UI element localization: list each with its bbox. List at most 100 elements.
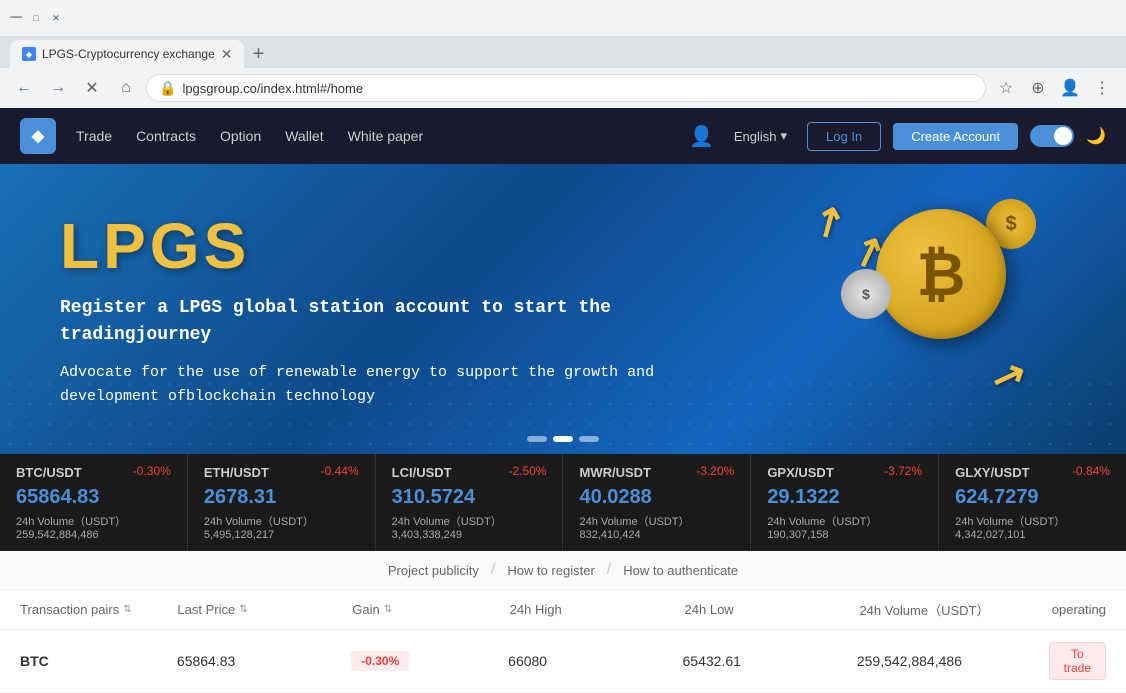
th-gain: Gain ⇅ xyxy=(352,602,509,617)
logo[interactable]: ◆ xyxy=(20,118,56,154)
ticker-price-5: 624.7279 xyxy=(955,486,1110,509)
home-button[interactable]: ⌂ xyxy=(112,74,140,102)
ticker-pair-5: GLXY/USDT xyxy=(955,465,1029,480)
address-actions: ☆ ⊕ 👤 ⋮ xyxy=(992,74,1116,102)
tab-favicon: ◆ xyxy=(22,47,36,61)
gain-badge-btc: -0.30% xyxy=(351,651,409,671)
td-price-btc: 65864.83 xyxy=(177,653,351,669)
subnav-project[interactable]: Project publicity xyxy=(388,563,479,578)
sort-price-icon[interactable]: ⇅ xyxy=(239,604,247,615)
ticker-pair-4: GPX/USDT xyxy=(767,465,833,480)
ticker-pair-0: BTC/USDT xyxy=(16,465,82,480)
extensions-icon[interactable]: ⊕ xyxy=(1024,74,1052,102)
sort-pairs-icon[interactable]: ⇅ xyxy=(123,604,131,615)
refresh-button[interactable]: ✕ xyxy=(78,74,106,102)
close-button[interactable]: ✕ xyxy=(50,12,62,24)
nav-option[interactable]: Option xyxy=(220,128,261,144)
app-content: ◆ Trade Contracts Option Wallet White pa… xyxy=(0,108,1126,693)
forward-button[interactable]: → xyxy=(44,74,72,102)
ticker-volume-1: 24h Volume（USDT） 5,495,128,217 xyxy=(204,513,359,541)
ticker-price-0: 65864.83 xyxy=(16,486,171,509)
th-pairs: Transaction pairs ⇅ xyxy=(20,602,177,617)
ticker-change-5: -0.84% xyxy=(1072,464,1110,478)
nav-contracts[interactable]: Contracts xyxy=(136,128,196,144)
small-coin-2: $ xyxy=(841,269,891,319)
active-tab[interactable]: ◆ LPGS-Cryptocurrency exchange ✕ xyxy=(10,40,244,68)
ticker-item-3[interactable]: MWR/USDT -3.20% 40.0288 24h Volume（USDT）… xyxy=(563,454,751,551)
language-selector[interactable]: English ▾ xyxy=(726,124,795,148)
ticker-item-5[interactable]: GLXY/USDT -0.84% 624.7279 24h Volume（USD… xyxy=(939,454,1126,551)
td-op-btc: To trade xyxy=(1049,642,1106,680)
logo-icon: ◆ xyxy=(32,126,44,146)
slide-dot-1[interactable] xyxy=(527,436,547,442)
tab-close-button[interactable]: ✕ xyxy=(221,46,233,63)
ticker-change-3: -3.20% xyxy=(696,464,734,478)
window-controls: ─ □ ✕ xyxy=(10,12,62,24)
new-tab-button[interactable]: + xyxy=(244,40,272,68)
th-operating: operating xyxy=(1052,602,1106,617)
ticker-item-0[interactable]: BTC/USDT -0.30% 65864.83 24h Volume（USDT… xyxy=(0,454,188,551)
toggle-knob xyxy=(1054,127,1072,145)
hero-banner: LPGS Register a LPGS global station acco… xyxy=(0,164,1126,454)
ticker-price-3: 40.0288 xyxy=(579,486,734,509)
ticker-change-2: -2.50% xyxy=(508,464,546,478)
table-row: BTC 65864.83 -0.30% 66080 65432.61 259,5… xyxy=(0,630,1126,693)
ticker-pair-3: MWR/USDT xyxy=(579,465,651,480)
subnav-sep-1: / xyxy=(491,561,495,579)
ticker-price-4: 29.1322 xyxy=(767,486,922,509)
td-low-btc: 65432.61 xyxy=(683,653,857,669)
ticker-change-1: -0.44% xyxy=(321,464,359,478)
sort-gain-icon[interactable]: ⇅ xyxy=(384,604,392,615)
th-low: 24h Low xyxy=(685,602,860,617)
slide-dot-2[interactable] xyxy=(553,436,573,442)
account-icon[interactable]: 👤 xyxy=(1056,74,1084,102)
ticker-item-4[interactable]: GPX/USDT -3.72% 29.1322 24h Volume（USDT）… xyxy=(751,454,939,551)
nav-links: Trade Contracts Option Wallet White pape… xyxy=(76,128,689,144)
nav-trade[interactable]: Trade xyxy=(76,128,112,144)
hero-title: LPGS xyxy=(60,209,706,283)
subnav-sep-2: / xyxy=(607,561,611,579)
nav-whitepaper[interactable]: White paper xyxy=(348,128,423,144)
ticker-pair-1: ETH/USDT xyxy=(204,465,269,480)
login-button[interactable]: Log In xyxy=(807,122,881,151)
ticker-volume-3: 24h Volume（USDT） 832,410,424 xyxy=(579,513,734,541)
ticker-price-1: 2678.31 xyxy=(204,486,359,509)
url-bar[interactable]: 🔒 lpgsgroup.co/index.html#/home xyxy=(146,74,986,102)
th-volume: 24h Volume（USDT） xyxy=(859,600,1051,619)
ticker-volume-4: 24h Volume（USDT） 190,307,158 xyxy=(767,513,922,541)
hero-subtitle: Register a LPGS global station account t… xyxy=(60,295,706,349)
navbar: ◆ Trade Contracts Option Wallet White pa… xyxy=(0,108,1126,164)
ticker-volume-2: 24h Volume（USDT） 3,403,338,249 xyxy=(392,513,547,541)
ticker-price-2: 310.5724 xyxy=(392,486,547,509)
subnav-authenticate[interactable]: How to authenticate xyxy=(623,563,738,578)
market-table: Transaction pairs ⇅ Last Price ⇅ Gain ⇅ … xyxy=(0,590,1126,693)
bookmark-icon[interactable]: ☆ xyxy=(992,74,1020,102)
title-bar: ─ □ ✕ xyxy=(0,0,1126,36)
ticker-change-0: -0.30% xyxy=(133,464,171,478)
slide-dot-3[interactable] xyxy=(579,436,599,442)
btc-symbol: ₿ xyxy=(917,240,966,309)
url-text: lpgsgroup.co/index.html#/home xyxy=(182,81,973,96)
nav-wallet[interactable]: Wallet xyxy=(285,128,323,144)
bitcoin-coin: ₿ xyxy=(876,209,1006,339)
tab-title: LPGS-Cryptocurrency exchange xyxy=(42,47,215,61)
th-high: 24h High xyxy=(510,602,685,617)
to-trade-button[interactable]: To trade xyxy=(1049,642,1106,680)
dark-mode-icon: 🌙 xyxy=(1086,126,1106,146)
menu-icon[interactable]: ⋮ xyxy=(1088,74,1116,102)
user-icon[interactable]: 👤 xyxy=(689,124,714,149)
theme-toggle[interactable] xyxy=(1030,125,1074,147)
hero-dots-pattern xyxy=(0,374,1126,454)
ticker-item-2[interactable]: LCI/USDT -2.50% 310.5724 24h Volume（USDT… xyxy=(376,454,564,551)
ticker-change-4: -3.72% xyxy=(884,464,922,478)
subnav-register[interactable]: How to register xyxy=(507,563,594,578)
create-account-button[interactable]: Create Account xyxy=(893,123,1018,150)
td-gain-btc: -0.30% xyxy=(351,651,508,671)
th-price: Last Price ⇅ xyxy=(177,602,352,617)
back-button[interactable]: ← xyxy=(10,74,38,102)
td-volume-btc: 259,542,884,486 xyxy=(857,653,1049,669)
chevron-down-icon: ▾ xyxy=(781,128,788,144)
ticker-item-1[interactable]: ETH/USDT -0.44% 2678.31 24h Volume（USDT）… xyxy=(188,454,376,551)
minimize-button[interactable]: ─ xyxy=(10,12,22,24)
maximize-button[interactable]: □ xyxy=(30,12,42,24)
